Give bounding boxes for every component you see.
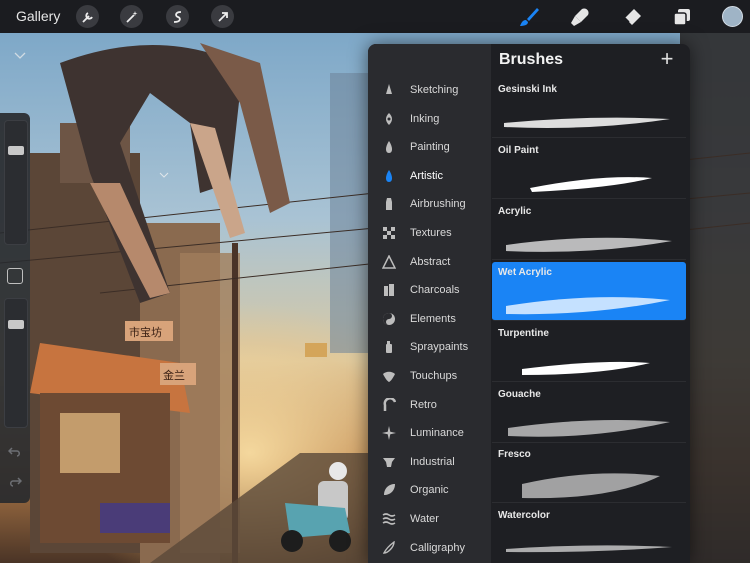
wrench-icon [81,11,93,23]
touchup-icon [382,369,396,383]
category-textures[interactable]: Textures [368,219,491,247]
category-retro[interactable]: Retro [368,391,491,419]
smudge-tool-button[interactable] [568,5,592,29]
category-painting[interactable]: Painting [368,133,491,161]
transform-arrow-icon [217,11,228,22]
brush-wet-acrylic[interactable]: Wet Acrylic [492,261,686,321]
airbrush-icon [382,197,396,211]
brush-stroke-preview [506,237,672,252]
category-label: Sketching [410,84,459,96]
category-label: Water [410,513,439,525]
layers-icon [673,9,690,26]
brush-stroke-preview [508,419,670,437]
brush-size-knob[interactable] [8,145,24,155]
category-label: Spraypaints [410,341,469,354]
leaf-icon [382,483,396,497]
category-inking[interactable]: Inking [368,105,491,133]
pencil-icon [382,83,396,97]
category-label: Luminance [410,427,464,440]
brush-stroke-preview [522,473,660,499]
sign-text-1: 市宝坊 [129,325,162,339]
checker-icon [382,226,396,240]
category-label: Retro [410,398,437,411]
category-airbrushing[interactable]: Airbrushing [368,190,491,218]
category-label: Textures [410,227,452,239]
category-label: Industrial [410,455,455,468]
panel-title: Brushes [499,51,564,68]
brush-library-panel: Brushes + Sketching Inking Painting Artisti… [368,44,690,563]
add-brush-button[interactable]: + [657,48,677,70]
adjustments-button[interactable] [120,5,143,28]
left-sidebar [0,113,30,503]
category-organic[interactable]: Organic [368,476,491,504]
brush-fresco[interactable]: Fresco [492,444,686,504]
selection-button[interactable] [166,5,189,28]
smudge-icon [571,8,589,26]
sparkle-icon [382,426,396,441]
category-label: Calligraphy [410,541,466,554]
retro-arc-icon [382,397,396,412]
brush-acrylic[interactable]: Acrylic [492,200,686,260]
anvil-icon [382,455,396,469]
selection-icon [173,10,181,23]
magic-wand-icon [125,10,137,23]
category-label: Charcoals [410,284,460,297]
eraser-tool-button[interactable] [620,5,644,29]
category-calligraphy[interactable]: Calligraphy [368,534,491,562]
brush-size-slider[interactable] [4,120,28,245]
brush-stroke-preview [522,361,650,375]
brush-watercolor[interactable]: Watercolor [492,505,686,563]
waves-icon [382,512,396,526]
category-elements[interactable]: Elements [368,305,491,333]
category-label: Organic [410,484,449,497]
category-abstract[interactable]: Abstract [368,248,491,276]
opacity-knob[interactable] [8,320,24,330]
spray-can-icon [382,340,396,354]
undo-icon[interactable] [8,446,22,458]
category-label: Airbrushing [410,198,466,211]
actions-button[interactable] [76,5,99,28]
eraser-icon [624,9,641,25]
category-touchups[interactable]: Touchups [368,362,491,390]
pen-nib-icon [382,112,396,126]
category-industrial[interactable]: Industrial [368,448,491,476]
brush-stroke-preview [530,177,652,192]
gallery-button[interactable]: Gallery [16,8,60,24]
category-artistic[interactable]: Artistic [368,162,491,190]
brush-stroke-preview [504,117,670,128]
opacity-slider[interactable] [4,298,28,428]
brush-stroke-preview [506,545,672,553]
artistic-drop-icon [382,169,396,183]
brush-stroke-preview [506,296,670,314]
modify-button[interactable] [7,268,23,284]
category-label: Touchups [410,370,458,382]
yin-yang-icon [382,312,396,326]
category-label: Abstract [410,255,451,268]
category-spraypaints[interactable]: Spraypaints [368,333,491,361]
brush-gesinski-ink[interactable]: Gesinski Ink [492,79,686,138]
sign-text-2: 金兰 [163,368,185,382]
brush-turpentine[interactable]: Turpentine [492,322,686,382]
color-picker-button[interactable] [722,6,743,27]
layers-button[interactable] [670,5,694,29]
category-label: Painting [410,141,450,154]
category-label: Inking [410,112,440,125]
transform-button[interactable] [211,5,234,28]
category-luminance[interactable]: Luminance [368,419,491,447]
category-sketching[interactable]: Sketching [368,76,491,104]
redo-icon[interactable] [8,476,22,488]
category-label: Elements [410,312,456,325]
triangle-icon [382,254,396,269]
paint-drop-icon [382,140,396,154]
calligraphy-icon [382,540,396,555]
category-water[interactable]: Water [368,505,491,533]
brush-gouache[interactable]: Gouache [492,383,686,443]
brush-oil-paint[interactable]: Oil Paint [492,139,686,199]
top-toolbar: Gallery [0,0,750,33]
category-charcoals[interactable]: Charcoals [368,276,491,304]
charcoal-icon [382,283,396,297]
paint-tool-button[interactable] [517,5,541,29]
brush-icon [520,8,539,26]
category-label: Artistic [410,169,443,182]
